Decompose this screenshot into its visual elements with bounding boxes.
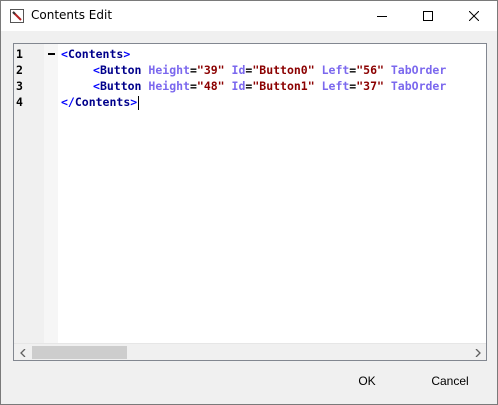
- cancel-button[interactable]: Cancel: [411, 368, 489, 394]
- code-text: <Contents>: [61, 46, 130, 62]
- code-line[interactable]: 4 </Contents>: [14, 94, 486, 110]
- code-token: Id: [231, 79, 246, 93]
- code-token: TabOrder: [390, 79, 447, 93]
- minimize-icon: [377, 16, 387, 17]
- chevron-left-icon: [19, 348, 25, 357]
- code-token: Id: [231, 63, 246, 77]
- edit-pencil-icon: [10, 9, 24, 23]
- code-token: Height: [148, 79, 190, 93]
- title-bar: Contents Edit: [1, 1, 497, 31]
- chevron-right-icon: [475, 348, 481, 357]
- code-token: "Button0": [252, 63, 315, 77]
- code-token: "39": [196, 63, 225, 77]
- code-line[interactable]: 2 <Button Height="39" Id="Button0" Left="…: [14, 62, 486, 78]
- code-token: <: [61, 47, 68, 61]
- code-token: Left: [321, 79, 350, 93]
- fold-collapse-icon[interactable]: [48, 53, 55, 55]
- ok-button[interactable]: OK: [331, 368, 403, 394]
- line-number: 2: [16, 63, 23, 77]
- text-caret: [138, 95, 140, 110]
- code-token: Button: [99, 79, 142, 93]
- maximize-icon: [423, 11, 433, 21]
- code-token: >: [123, 47, 131, 61]
- code-token: "Button1": [252, 79, 315, 93]
- close-button[interactable]: [451, 1, 497, 31]
- code-token: <: [93, 63, 100, 77]
- code-text: <Button Height="39" Id="Button0" Left="5…: [93, 62, 446, 78]
- code-line[interactable]: 1 <Contents>: [14, 46, 486, 62]
- code-text: <Button Height="48" Id="Button1" Left="3…: [93, 78, 446, 94]
- line-number: 4: [16, 95, 23, 109]
- code-token: "37": [356, 79, 384, 93]
- code-token: "48": [196, 79, 225, 93]
- code-token: >: [130, 95, 138, 109]
- code-token: Button: [99, 63, 142, 77]
- code-token: </: [61, 95, 75, 109]
- code-token: TabOrder: [390, 63, 447, 77]
- code-token: "56": [356, 63, 384, 77]
- window-title: Contents Edit: [31, 8, 113, 22]
- line-number: 1: [16, 47, 23, 61]
- code-token: Left: [321, 63, 350, 77]
- code-token: Contents: [74, 95, 131, 109]
- scroll-thumb[interactable]: [32, 346, 127, 359]
- code-token: =: [189, 63, 197, 77]
- code-text: </Contents>: [61, 94, 140, 110]
- code-token: Height: [148, 63, 190, 77]
- close-icon: [469, 11, 479, 21]
- horizontal-scrollbar[interactable]: [14, 343, 486, 360]
- xml-code-editor[interactable]: 1 <Contents> 2 <Button Height="39" Id="Butt…: [13, 43, 487, 361]
- scroll-left-button[interactable]: [14, 344, 31, 360]
- scroll-right-button[interactable]: [469, 344, 486, 360]
- contents-edit-dialog: Contents Edit 1 <Contents> 2 <Button Height…: [0, 0, 498, 405]
- code-token: Contents: [67, 47, 124, 61]
- code-token: =: [189, 79, 197, 93]
- minimize-button[interactable]: [359, 1, 405, 31]
- line-number: 3: [16, 79, 23, 93]
- code-line[interactable]: 3 <Button Height="48" Id="Button1" Left="…: [14, 78, 486, 94]
- code-token: <: [93, 79, 100, 93]
- maximize-button[interactable]: [405, 1, 451, 31]
